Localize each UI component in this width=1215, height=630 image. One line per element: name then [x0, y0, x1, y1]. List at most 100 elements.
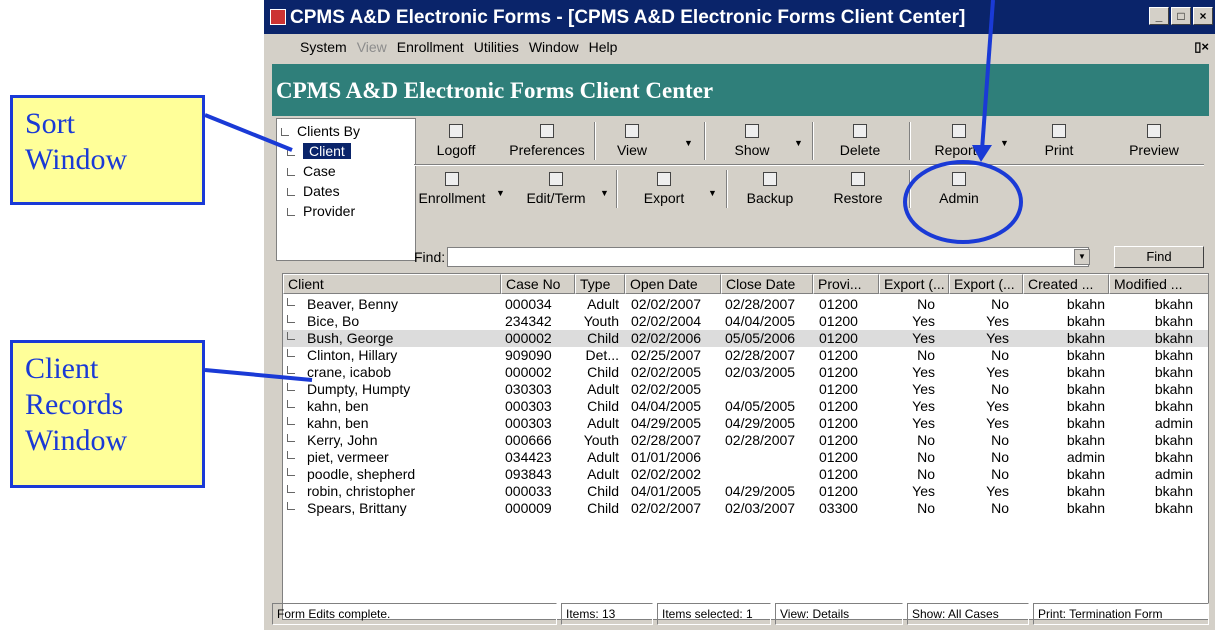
- menu-bar: System View Enrollment Utilities Window …: [264, 34, 1215, 60]
- tree-node-icon: [287, 168, 295, 176]
- row-node-icon: [287, 366, 295, 374]
- table-cell: bkahn: [1066, 364, 1105, 380]
- table-row[interactable]: Spears, Brittany 000009 Child 02/02/2007 02/…: [283, 500, 1208, 517]
- menu-system[interactable]: System: [300, 39, 347, 60]
- maximize-button[interactable]: □: [1171, 7, 1191, 25]
- row-node-icon: [287, 400, 295, 408]
- table-cell: Yes: [986, 364, 1009, 380]
- status-message: Form Edits complete.: [272, 603, 557, 625]
- column-header-case-no[interactable]: Case No: [501, 274, 575, 294]
- column-header-created[interactable]: Created ...: [1023, 274, 1109, 294]
- sort-callout-line2: Window: [25, 143, 128, 176]
- export-button[interactable]: Export: [624, 172, 704, 206]
- table-cell: 01200: [819, 483, 858, 499]
- reports-button[interactable]: Reports: [919, 124, 999, 158]
- admin-button[interactable]: Admin: [924, 172, 994, 206]
- enrollment-button[interactable]: Enrollment: [412, 172, 492, 206]
- reports-label: Reports: [934, 142, 984, 158]
- table-cell: No: [917, 500, 935, 516]
- column-header-client[interactable]: Client: [283, 274, 501, 294]
- table-row[interactable]: crane, icabob 000002 Child 02/02/2005 02/03/…: [283, 364, 1208, 381]
- table-cell: Adult: [587, 466, 619, 482]
- table-cell: bkahn: [1066, 398, 1105, 414]
- export-icon: [657, 172, 671, 186]
- table-cell: No: [991, 296, 1009, 312]
- table-row[interactable]: Dumpty, Humpty 030303 Adult 02/02/2005 01200…: [283, 381, 1208, 398]
- table-cell: 01200: [819, 381, 858, 397]
- sort-item-provider[interactable]: Provider: [287, 203, 355, 219]
- column-header-modified[interactable]: Modified ...: [1109, 274, 1208, 294]
- mdi-restore-close-icon[interactable]: ▯×: [1194, 39, 1209, 55]
- close-button[interactable]: ×: [1193, 7, 1213, 25]
- table-cell: 000002: [505, 364, 552, 380]
- menu-help[interactable]: Help: [589, 39, 618, 60]
- delete-button[interactable]: Delete: [820, 124, 900, 158]
- menu-utilities[interactable]: Utilities: [474, 39, 519, 60]
- backup-button[interactable]: Backup: [734, 172, 806, 206]
- sort-item-client[interactable]: Client: [287, 143, 351, 159]
- logoff-button[interactable]: Logoff: [416, 124, 496, 158]
- table-cell: 01200: [819, 364, 858, 380]
- table-cell: 000303: [505, 398, 552, 414]
- table-cell: 000034: [505, 296, 552, 312]
- table-cell: Child: [587, 398, 619, 414]
- table-row[interactable]: Bush, George 000002 Child 02/02/2006 05/05/2…: [283, 330, 1208, 347]
- column-header-provider[interactable]: Provi...: [813, 274, 879, 294]
- status-show: Show: All Cases: [907, 603, 1029, 625]
- column-header-export-2[interactable]: Export (...: [949, 274, 1023, 294]
- enrollment-dropdown-icon[interactable]: ▼: [496, 188, 505, 198]
- table-row[interactable]: Beaver, Benny 000034 Adult 02/02/2007 02/28/…: [283, 296, 1208, 313]
- table-cell: 000303: [505, 415, 552, 431]
- table-cell: 02/02/2004: [631, 313, 702, 329]
- minimize-button[interactable]: _: [1149, 7, 1169, 25]
- table-cell: crane, icabob: [307, 364, 392, 380]
- status-print: Print: Termination Form: [1033, 603, 1209, 625]
- toolbar-separator: [909, 122, 911, 160]
- tree-node-icon: [287, 208, 295, 216]
- row-node-icon: [287, 349, 295, 357]
- column-header-type[interactable]: Type: [575, 274, 625, 294]
- client-callout-line2: Records: [25, 388, 124, 421]
- table-cell: Yes: [912, 313, 935, 329]
- table-row[interactable]: kahn, ben 000303 Adult 04/29/2005 04/29/2005…: [283, 415, 1208, 432]
- table-cell: Child: [587, 364, 619, 380]
- enrollment-label: Enrollment: [418, 190, 486, 206]
- table-row[interactable]: Kerry, John 000666 Youth 02/28/2007 02/28/20…: [283, 432, 1208, 449]
- preview-button[interactable]: Preview: [1114, 124, 1194, 158]
- preferences-button[interactable]: Preferences: [502, 124, 592, 158]
- table-row[interactable]: Clinton, Hillary 909090 Det... 02/25/2007 02…: [283, 347, 1208, 364]
- table-cell: Yes: [986, 415, 1009, 431]
- restore-label: Restore: [833, 190, 883, 206]
- view-button[interactable]: View: [602, 124, 662, 158]
- edit-term-dropdown-icon[interactable]: ▼: [600, 188, 609, 198]
- menu-window[interactable]: Window: [529, 39, 579, 60]
- export-dropdown-icon[interactable]: ▼: [708, 188, 717, 198]
- table-cell: 01/01/2006: [631, 449, 702, 465]
- restore-button[interactable]: Restore: [818, 172, 898, 206]
- view-dropdown-icon[interactable]: ▼: [684, 138, 693, 148]
- reports-dropdown-icon[interactable]: ▼: [1000, 138, 1009, 148]
- table-cell: Yes: [912, 398, 935, 414]
- find-button[interactable]: Find: [1114, 246, 1204, 268]
- table-cell: 000666: [505, 432, 552, 448]
- table-row[interactable]: kahn, ben 000303 Child 04/04/2005 04/05/2005…: [283, 398, 1208, 415]
- show-button[interactable]: Show: [712, 124, 792, 158]
- table-row[interactable]: Bice, Bo 234342 Youth 02/02/2004 04/04/2005 0…: [283, 313, 1208, 330]
- table-cell: 02/02/2007: [631, 296, 702, 312]
- column-header-open-date[interactable]: Open Date: [625, 274, 721, 294]
- column-header-close-date[interactable]: Close Date: [721, 274, 813, 294]
- sort-item-case[interactable]: Case: [287, 163, 336, 179]
- show-dropdown-icon[interactable]: ▼: [794, 138, 803, 148]
- column-header-export-1[interactable]: Export (...: [879, 274, 949, 294]
- table-row[interactable]: robin, christopher 000033 Child 04/01/2005 0…: [283, 483, 1208, 500]
- edit-term-button[interactable]: Edit/Term: [516, 172, 596, 206]
- sort-item-dates[interactable]: Dates: [287, 183, 340, 199]
- find-input[interactable]: [447, 247, 1089, 267]
- table-cell: 04/04/2005: [631, 398, 702, 414]
- menu-enrollment[interactable]: Enrollment: [397, 39, 464, 60]
- print-button[interactable]: Print: [1019, 124, 1099, 158]
- find-dropdown-icon[interactable]: ▼: [1074, 249, 1090, 265]
- table-row[interactable]: piet, vermeer 034423 Adult 01/01/2006 01200 N…: [283, 449, 1208, 466]
- table-row[interactable]: poodle, shepherd 093843 Adult 02/02/2002 012…: [283, 466, 1208, 483]
- row-node-icon: [287, 332, 295, 340]
